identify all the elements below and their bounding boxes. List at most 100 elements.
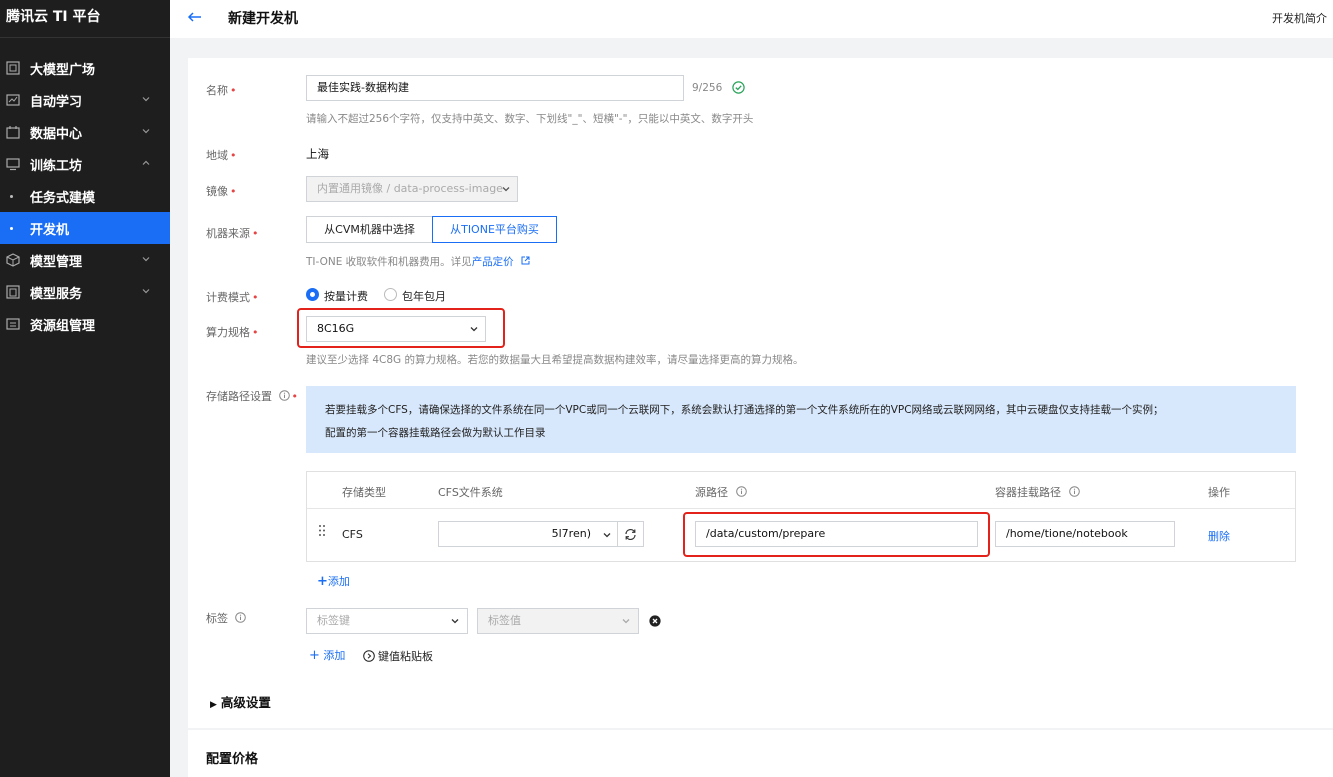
advanced-settings-label: 高级设置 <box>220 695 271 710</box>
col-header-cfs: CFS文件系统 <box>438 486 503 499</box>
check-circle-icon <box>732 81 745 94</box>
price-panel: 配置价格 <box>188 730 1333 777</box>
sidebar-item-label: 自动学习 <box>30 94 83 110</box>
sidebar-item-dev-machine[interactable]: 开发机 <box>0 212 170 244</box>
play-circle-icon <box>363 650 375 662</box>
storage-add-label: 添加 <box>327 575 350 588</box>
page-title: 新建开发机 <box>228 11 298 27</box>
chevron-down-icon <box>451 619 459 624</box>
col-header-storage-type: 存储类型 <box>342 486 386 499</box>
plus-icon: + <box>317 574 328 589</box>
data-center-icon <box>6 126 20 139</box>
sidebar-item-model-service[interactable]: 模型服务 <box>0 276 170 308</box>
model-service-icon <box>6 285 20 299</box>
refresh-icon <box>625 528 636 541</box>
form-panel: 名称 • 最佳实践-数据构建 9/256 请输入不超过256个字符，仅支持中英文、… <box>188 58 1333 728</box>
col-header-source-path: 源路径 <box>695 484 747 500</box>
tag-key-select[interactable]: 标签键 <box>306 608 468 634</box>
clear-tag-icon[interactable] <box>649 615 661 627</box>
drag-handle-icon[interactable] <box>317 524 327 537</box>
chevron-down-icon <box>603 533 611 538</box>
info-line-2: 配置的第一个容器挂载路径会做为默认工作目录 <box>325 427 546 439</box>
name-input[interactable]: 最佳实践-数据构建 <box>306 75 684 101</box>
highlight-box-spec <box>297 308 505 348</box>
info-icon[interactable] <box>1068 486 1080 497</box>
region-value: 上海 <box>306 147 329 161</box>
sidebar-item-resource-group[interactable]: 资源组管理 <box>0 308 170 340</box>
tags-label: 标签 <box>206 610 246 626</box>
mount-path-input[interactable]: /home/tione/notebook <box>995 521 1175 547</box>
chevron-down-icon <box>142 257 150 262</box>
cfs-select-value: 5l7ren) <box>551 527 591 540</box>
sidebar-item-label: 资源组管理 <box>30 318 96 334</box>
billing-label: 计费模式 • <box>206 291 259 304</box>
billing-payg-label[interactable]: 按量计费 <box>324 288 368 304</box>
image-label: 镜像 • <box>206 185 237 198</box>
name-label: 名称 • <box>206 84 237 97</box>
image-select-value: 内置通用镜像 / data-process-image <box>317 182 503 195</box>
plus-icon: + <box>309 648 320 663</box>
sidebar-item-label: 开发机 <box>30 222 70 238</box>
sidebar-item-label: 数据中心 <box>30 126 83 142</box>
external-link-icon[interactable] <box>521 256 530 265</box>
storage-add-button[interactable]: +添加 <box>317 573 350 589</box>
info-line-1: 若要挂载多个CFS，请确保选择的文件系统在同一个VPC或同一个云联网下，系统会默… <box>325 404 1164 416</box>
bullet-dot <box>10 195 13 198</box>
col-header-action: 操作 <box>1208 486 1230 499</box>
billing-subscription-label[interactable]: 包年包月 <box>402 288 446 304</box>
caret-right-icon: ▶ <box>210 700 217 710</box>
info-icon[interactable] <box>278 390 290 401</box>
back-arrow-icon[interactable] <box>186 8 204 26</box>
monitor-icon <box>6 158 20 171</box>
spec-hint: 建议至少选择 4C8G 的算力规格。若您的数据量大且希望提高数据构建效率，请尽量… <box>306 354 804 366</box>
delete-row-link[interactable]: 删除 <box>1208 528 1230 544</box>
sidebar-item-task-modeling[interactable]: 任务式建模 <box>0 180 170 212</box>
resource-group-icon <box>6 318 20 330</box>
billing-subscription-radio[interactable] <box>384 288 397 301</box>
price-title: 配置价格 <box>206 752 259 767</box>
storage-table: 存储类型 CFS文件系统 源路径 容器挂载路径 操作 CFS 5l7ren) /… <box>306 471 1296 562</box>
tag-add-button[interactable]: + 添加 <box>309 647 345 663</box>
chevron-down-icon <box>502 187 510 192</box>
billing-payg-radio[interactable] <box>306 288 319 301</box>
brand-title: 腾讯云 TI 平台 <box>0 0 170 38</box>
auto-learning-icon <box>6 94 20 106</box>
source-tione-button[interactable]: 从TIONE平台购买 <box>432 216 557 243</box>
sidebar-item-model-square[interactable]: 大模型广场 <box>0 52 170 84</box>
paste-board-button[interactable]: 键值粘贴板 <box>363 648 433 664</box>
sidebar-item-data-center[interactable]: 数据中心 <box>0 116 170 148</box>
sidebar-item-model-management[interactable]: 模型管理 <box>0 244 170 276</box>
sidebar-item-label: 任务式建模 <box>30 190 96 206</box>
storage-label: 存储路径设置 • <box>206 390 298 403</box>
sidebar-item-auto-learning[interactable]: 自动学习 <box>0 84 170 116</box>
storage-info-box: 若要挂载多个CFS，请确保选择的文件系统在同一个VPC或同一个云联网下，系统会默… <box>306 386 1296 453</box>
source-cvm-button[interactable]: 从CVM机器中选择 <box>306 216 433 243</box>
sidebar-item-training-workshop[interactable]: 训练工坊 <box>0 148 170 180</box>
header-divider <box>307 508 1295 509</box>
advanced-settings-toggle[interactable]: ▶ 高级设置 <box>210 692 271 711</box>
paste-board-label: 键值粘贴板 <box>378 650 433 663</box>
chevron-down-icon <box>622 619 630 624</box>
chevron-up-icon <box>142 160 150 165</box>
cfs-select[interactable]: 5l7ren) <box>438 521 618 547</box>
tag-value-select: 标签值 <box>477 608 639 634</box>
chevron-down-icon <box>142 97 150 102</box>
intro-link[interactable]: 开发机简介 <box>1272 10 1327 26</box>
sidebar-item-label: 大模型广场 <box>30 62 96 78</box>
col-header-mount-path: 容器挂载路径 <box>995 484 1080 500</box>
pricing-link[interactable]: 产品定价 <box>472 256 514 268</box>
cube-icon <box>6 253 20 267</box>
name-char-count: 9/256 <box>692 82 723 94</box>
model-square-icon <box>6 61 20 75</box>
sidebar-item-label: 模型管理 <box>30 254 83 270</box>
image-select: 内置通用镜像 / data-process-image <box>306 176 518 202</box>
region-label: 地域 • <box>206 149 237 162</box>
info-icon[interactable] <box>735 486 747 497</box>
name-hint: 请输入不超过256个字符，仅支持中英文、数字、下划线"_"、短横"-"，只能以中… <box>306 113 754 125</box>
spec-label: 算力规格 • <box>206 326 259 339</box>
info-icon[interactable] <box>234 612 246 623</box>
machine-source-label: 机器来源 • <box>206 227 259 240</box>
refresh-button[interactable] <box>617 521 644 547</box>
hint-text: TI-ONE 收取软件和机器费用。详见 <box>306 256 472 268</box>
sidebar-nav: 大模型广场 自动学习 数据中心 训练工坊 任务式建模 开发机 模型管理 模型服务… <box>0 52 170 340</box>
